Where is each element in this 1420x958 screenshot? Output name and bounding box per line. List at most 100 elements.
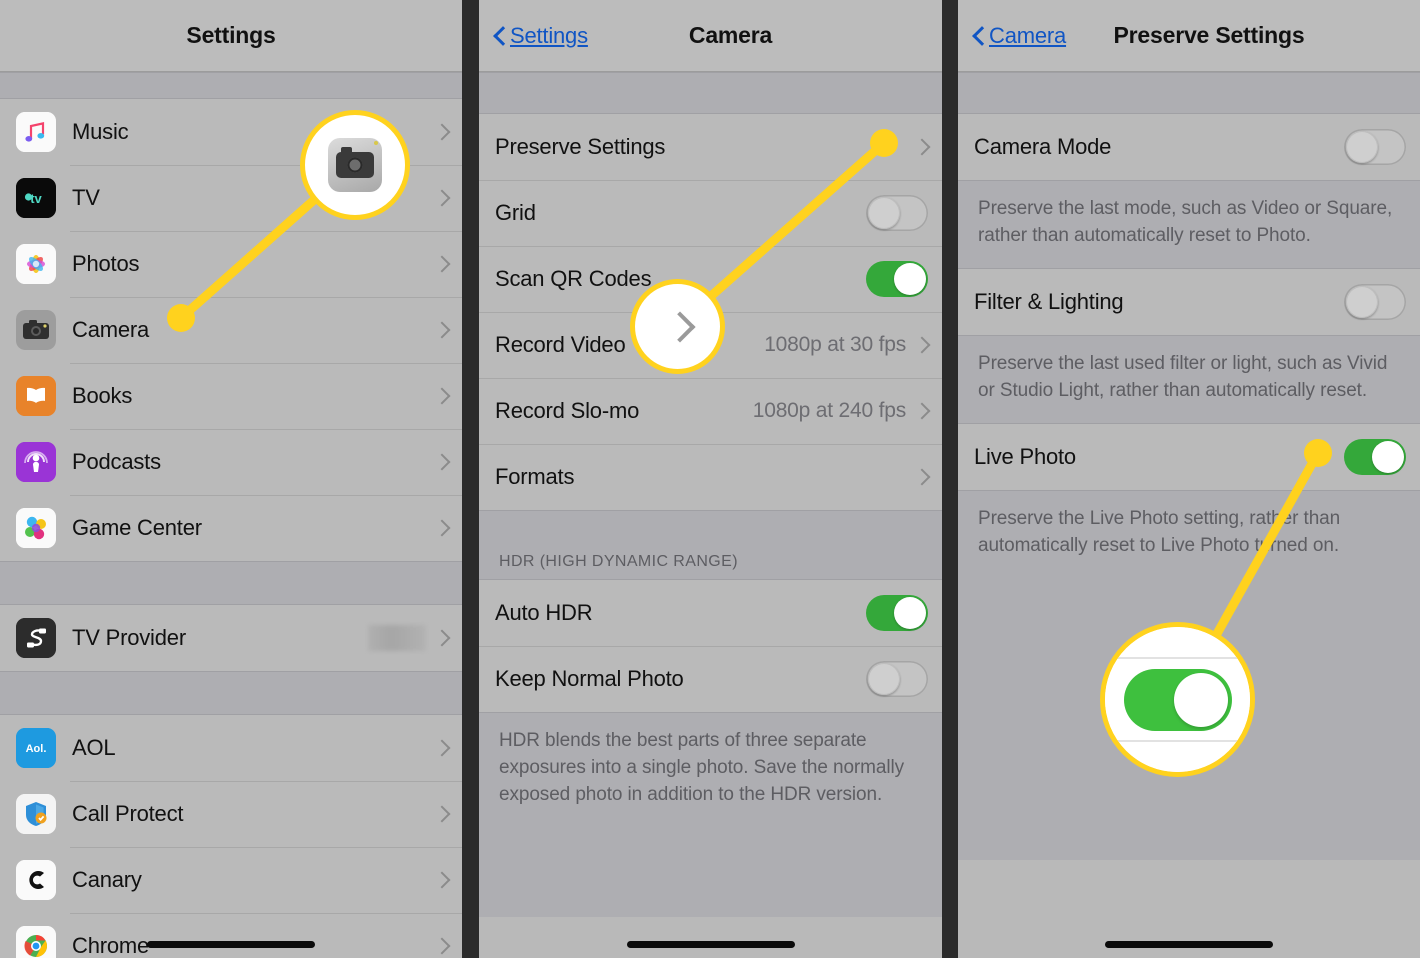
row-scan-qr-codes[interactable]: Scan QR Codes bbox=[479, 246, 942, 312]
chevron-right-icon bbox=[436, 628, 448, 648]
filter-lighting-toggle[interactable] bbox=[1344, 284, 1406, 320]
sidebar-item-label: TV bbox=[72, 185, 100, 210]
row-filter-lighting[interactable]: Filter & Lighting bbox=[958, 269, 1420, 335]
sidebar-item-podcasts[interactable]: Podcasts bbox=[0, 429, 462, 495]
auto-hdr-toggle[interactable] bbox=[866, 595, 928, 631]
sidebar-item-label: Call Protect bbox=[72, 801, 184, 826]
section-gap bbox=[0, 671, 462, 715]
settings-list-group-3: Aol. AOL Call Protect Canary Chrome bbox=[0, 715, 462, 958]
tv-app-icon: tv bbox=[16, 178, 56, 218]
phone-panel-preserve-settings: Camera Preserve Settings Camera Mode Pre… bbox=[958, 0, 1420, 958]
music-app-icon bbox=[16, 112, 56, 152]
section-gap bbox=[0, 561, 462, 605]
preserve-list-group-3: Live Photo bbox=[958, 424, 1420, 490]
sidebar-item-label: Podcasts bbox=[72, 449, 161, 474]
canary-app-icon bbox=[16, 860, 56, 900]
section-gap bbox=[958, 72, 1420, 114]
live-photo-toggle[interactable] bbox=[1344, 439, 1406, 475]
svg-text:tv: tv bbox=[30, 191, 42, 206]
row-keep-normal-photo[interactable]: Keep Normal Photo bbox=[479, 646, 942, 712]
phone-panel-settings: Settings Music tv TV Photos Camera Books… bbox=[0, 0, 462, 958]
row-label: Scan QR Codes bbox=[495, 266, 652, 291]
grid-toggle[interactable] bbox=[866, 195, 928, 231]
navbar-preserve-settings: Camera Preserve Settings bbox=[958, 0, 1420, 72]
toggle-knob bbox=[894, 263, 926, 295]
chevron-right-icon bbox=[436, 188, 448, 208]
row-label: Keep Normal Photo bbox=[495, 666, 684, 691]
chevron-right-icon bbox=[436, 122, 448, 142]
live-photo-footer-note: Preserve the Live Photo setting, rather … bbox=[958, 490, 1420, 860]
row-camera-mode[interactable]: Camera Mode bbox=[958, 114, 1420, 180]
sidebar-item-camera[interactable]: Camera bbox=[0, 297, 462, 363]
sidebar-item-music[interactable]: Music bbox=[0, 99, 462, 165]
toggle-knob bbox=[868, 663, 900, 695]
hdr-footer-note: HDR blends the best parts of three separ… bbox=[479, 712, 942, 917]
sidebar-item-label: Game Center bbox=[72, 515, 202, 540]
settings-list-group-1: Music tv TV Photos Camera Books Podcasts… bbox=[0, 99, 462, 561]
toggle-knob bbox=[1372, 441, 1404, 473]
photos-app-icon bbox=[16, 244, 56, 284]
call-protect-app-icon bbox=[16, 794, 56, 834]
row-label: Grid bbox=[495, 200, 536, 225]
game-center-app-icon bbox=[16, 508, 56, 548]
chevron-right-icon bbox=[916, 137, 928, 157]
sidebar-item-game-center[interactable]: Game Center bbox=[0, 495, 462, 561]
sidebar-item-label: Photos bbox=[72, 251, 140, 276]
row-live-photo[interactable]: Live Photo bbox=[958, 424, 1420, 490]
chevron-right-icon bbox=[916, 401, 928, 421]
screenshot-stage: Settings Music tv TV Photos Camera Books… bbox=[0, 0, 1420, 958]
row-value: 1080p at 30 fps bbox=[764, 333, 906, 356]
sidebar-item-label: AOL bbox=[72, 735, 116, 760]
row-label: Record Video bbox=[495, 332, 626, 357]
preserve-list-group-2: Filter & Lighting bbox=[958, 269, 1420, 335]
preserve-list-group-1: Camera Mode bbox=[958, 114, 1420, 180]
row-auto-hdr[interactable]: Auto HDR bbox=[479, 580, 942, 646]
panel-divider bbox=[942, 0, 958, 958]
toggle-knob bbox=[1346, 286, 1378, 318]
camera-mode-toggle[interactable] bbox=[1344, 129, 1406, 165]
sidebar-item-aol[interactable]: Aol. AOL bbox=[0, 715, 462, 781]
sidebar-item-books[interactable]: Books bbox=[0, 363, 462, 429]
toggle-knob bbox=[1346, 131, 1378, 163]
section-gap bbox=[0, 72, 462, 99]
toggle-knob bbox=[868, 197, 900, 229]
page-title: Settings bbox=[186, 22, 276, 48]
row-record-slo-mo[interactable]: Record Slo-mo 1080p at 240 fps bbox=[479, 378, 942, 444]
podcasts-app-icon bbox=[16, 442, 56, 482]
sidebar-item-photos[interactable]: Photos bbox=[0, 231, 462, 297]
chevron-right-icon bbox=[436, 452, 448, 472]
sidebar-item-chrome[interactable]: Chrome bbox=[0, 913, 462, 958]
sidebar-item-label: Books bbox=[72, 383, 133, 408]
home-indicator bbox=[626, 941, 795, 948]
sidebar-item-label: Canary bbox=[72, 867, 142, 892]
sidebar-item-canary[interactable]: Canary bbox=[0, 847, 462, 913]
chevron-right-icon bbox=[916, 467, 928, 487]
sidebar-item-label: TV Provider bbox=[72, 625, 186, 650]
row-formats[interactable]: Formats bbox=[479, 444, 942, 510]
row-grid[interactable]: Grid bbox=[479, 180, 942, 246]
section-gap bbox=[479, 510, 942, 551]
row-record-video[interactable]: Record Video 1080p at 30 fps bbox=[479, 312, 942, 378]
sidebar-item-tv[interactable]: tv TV bbox=[0, 165, 462, 231]
navbar-settings: Settings bbox=[0, 0, 462, 72]
phone-panel-camera: Settings Camera Preserve Settings Grid S… bbox=[479, 0, 942, 958]
section-gap bbox=[479, 72, 942, 114]
row-label: Camera Mode bbox=[974, 134, 1112, 159]
chevron-left-icon bbox=[972, 25, 986, 47]
row-preserve-settings[interactable]: Preserve Settings bbox=[479, 114, 942, 180]
row-label: Filter & Lighting bbox=[974, 289, 1124, 314]
chevron-right-icon bbox=[436, 870, 448, 890]
keep-normal-photo-toggle[interactable] bbox=[866, 661, 928, 697]
sidebar-item-tv-provider[interactable]: TV Provider bbox=[0, 605, 462, 671]
row-label: Live Photo bbox=[974, 444, 1076, 469]
chevron-left-icon bbox=[493, 25, 507, 47]
back-button-settings[interactable]: Settings bbox=[493, 23, 588, 49]
sidebar-item-call-protect[interactable]: Call Protect bbox=[0, 781, 462, 847]
back-button-camera[interactable]: Camera bbox=[972, 23, 1066, 49]
chevron-right-icon bbox=[436, 518, 448, 538]
scan-qr-codes-toggle[interactable] bbox=[866, 261, 928, 297]
camera-list-group-1: Preserve Settings Grid Scan QR Codes Rec… bbox=[479, 114, 942, 510]
chevron-right-icon bbox=[436, 254, 448, 274]
tv-provider-value-redacted bbox=[368, 625, 426, 651]
home-indicator bbox=[1105, 941, 1273, 948]
